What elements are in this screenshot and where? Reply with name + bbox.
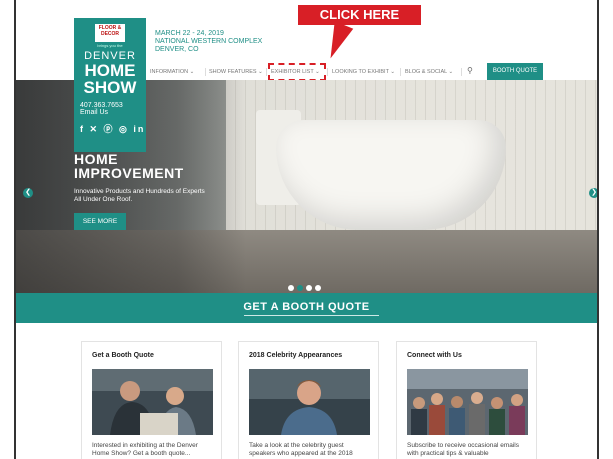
search-icon[interactable]: ⚲ (467, 66, 473, 75)
get-booth-quote-label[interactable]: GET A BOOTH QUOTE (16, 301, 597, 313)
slider-dots (288, 285, 321, 291)
logo-home: HOME (84, 61, 136, 80)
nav-divider (266, 68, 267, 76)
card-text: Subscribe to receive occasional emails w… (407, 442, 533, 458)
nav-looking-to-exhibit[interactable]: LOOKING TO EXHIBIT ⌄ (332, 64, 395, 80)
hero-subtitle-line2: All Under One Roof. (74, 196, 133, 203)
exhibitor-list-highlight (268, 63, 326, 81)
nav-divider (327, 68, 328, 76)
card-text-line: with practical tips & valuable (407, 450, 489, 457)
card-text: Take a look at the celebrity guest speak… (249, 442, 375, 458)
browser-frame: FLOOR & DECOR brings you the DENVER HOME… (14, 0, 599, 459)
card-title: Connect with Us (407, 352, 462, 359)
nav-divider (400, 68, 401, 76)
email-link[interactable]: Email Us (74, 109, 146, 116)
slider-dot[interactable] (306, 285, 312, 291)
social-icons[interactable]: f ✕ ⓟ ◎ in (74, 122, 146, 135)
card-connect[interactable]: Connect with Us Subscribe to receive occ… (396, 341, 537, 459)
nav-divider (461, 68, 462, 76)
hero-image-bathtub (276, 120, 506, 230)
logo-show: SHOW (83, 78, 137, 97)
card-image-meeting (92, 369, 213, 435)
card-text-line: Take a look at the celebrity guest (249, 442, 344, 449)
hero-title: HOME IMPROVEMENT (74, 152, 184, 180)
card-text-line: Home Show? Get a booth quote... (92, 450, 191, 457)
card-text-line: Interested in exhibiting at the Denver (92, 442, 198, 449)
card-booth-quote[interactable]: Get a Booth Quote Interested in exhibiti… (81, 341, 222, 459)
booth-quote-button[interactable]: BOOTH QUOTE (487, 63, 543, 80)
card-celebrity[interactable]: 2018 Celebrity Appearances Take a look a… (238, 341, 379, 459)
slider-dot[interactable] (297, 285, 303, 291)
event-city: DENVER, CO (155, 46, 199, 53)
card-text-line: speakers who appeared at the 2018 (249, 450, 353, 457)
slider-next-icon[interactable]: ❯ (589, 188, 597, 198)
feature-cards: Get a Booth Quote Interested in exhibiti… (16, 323, 597, 459)
hero-title-line2: IMPROVEMENT (74, 165, 184, 181)
site-logo[interactable]: FLOOR & DECOR brings you the DENVER HOME… (74, 18, 146, 152)
logo-tagline: brings you the (97, 43, 123, 48)
event-venue: NATIONAL WESTERN COMPLEX (155, 38, 263, 45)
card-image-crowd (407, 369, 528, 435)
see-more-button[interactable]: SEE MORE (74, 213, 126, 230)
event-dates: MARCH 22 - 24, 2019 (155, 30, 224, 37)
sponsor-logo: FLOOR & DECOR (95, 24, 125, 42)
slider-dot[interactable] (315, 285, 321, 291)
nav-show-features[interactable]: SHOW FEATURES ⌄ (209, 64, 263, 80)
phone-number[interactable]: 407.363.7653 (74, 102, 146, 109)
card-text: Interested in exhibiting at the Denver H… (92, 442, 218, 458)
hero-subtitle-line1: Innovative Products and Hundreds of Expe… (74, 188, 205, 195)
nav-blog-social[interactable]: BLOG & SOCIAL ⌄ (405, 64, 453, 80)
card-text-line: Subscribe to receive occasional emails (407, 442, 519, 449)
nav-information[interactable]: INFORMATION ⌄ (150, 64, 194, 80)
click-here-callout: CLICK HERE (298, 5, 421, 25)
card-image-speaker (249, 369, 370, 435)
callout-arrow (321, 21, 354, 63)
hero-subtitle: Innovative Products and Hundreds of Expe… (74, 188, 205, 204)
hero-title-line1: HOME (74, 151, 118, 167)
card-title: 2018 Celebrity Appearances (249, 352, 343, 359)
event-info: MARCH 22 - 24, 2019 NATIONAL WESTERN COM… (155, 30, 262, 54)
nav-divider (205, 68, 206, 76)
get-booth-quote-bar[interactable]: GET A BOOTH QUOTE (16, 293, 597, 323)
slider-prev-icon[interactable]: ❮ (23, 188, 33, 198)
quote-underline (244, 315, 379, 316)
slider-dot[interactable] (288, 285, 294, 291)
card-title: Get a Booth Quote (92, 352, 154, 359)
